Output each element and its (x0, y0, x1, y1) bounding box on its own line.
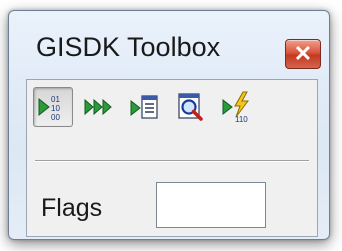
svg-text:10: 10 (51, 104, 60, 113)
svg-text:110: 110 (235, 115, 248, 123)
fast-forward-button[interactable] (79, 87, 119, 127)
title-bar[interactable]: GISDK Toolbox ✕ (9, 11, 329, 79)
close-icon: ✕ (293, 41, 313, 66)
svg-text:01: 01 (51, 95, 60, 104)
search-button[interactable] (171, 87, 211, 127)
close-button[interactable]: ✕ (285, 39, 321, 69)
toolbar-separator (35, 160, 309, 162)
flags-label: Flags (41, 194, 103, 222)
toolbar: 01 10 00 110 (33, 86, 257, 128)
fast-forward-icon (84, 98, 112, 116)
toolbox-window: GISDK Toolbox ✕ 01 10 00 110 Flags (8, 10, 330, 240)
run-to-document-icon (130, 95, 158, 119)
run-lightning-button[interactable]: 110 (217, 87, 257, 127)
run-lightning-binary-icon: 110 (222, 91, 249, 123)
magnify-search-icon (178, 93, 203, 121)
run-binary-icon: 01 10 00 (38, 95, 60, 122)
window-title: GISDK Toolbox (36, 32, 221, 62)
flags-input[interactable] (156, 182, 266, 228)
run-to-document-button[interactable] (125, 87, 165, 127)
run-binary-button[interactable]: 01 10 00 (33, 87, 73, 127)
svg-text:00: 00 (51, 113, 60, 122)
toolbox-client-area: 01 10 00 110 Flags (26, 79, 318, 237)
